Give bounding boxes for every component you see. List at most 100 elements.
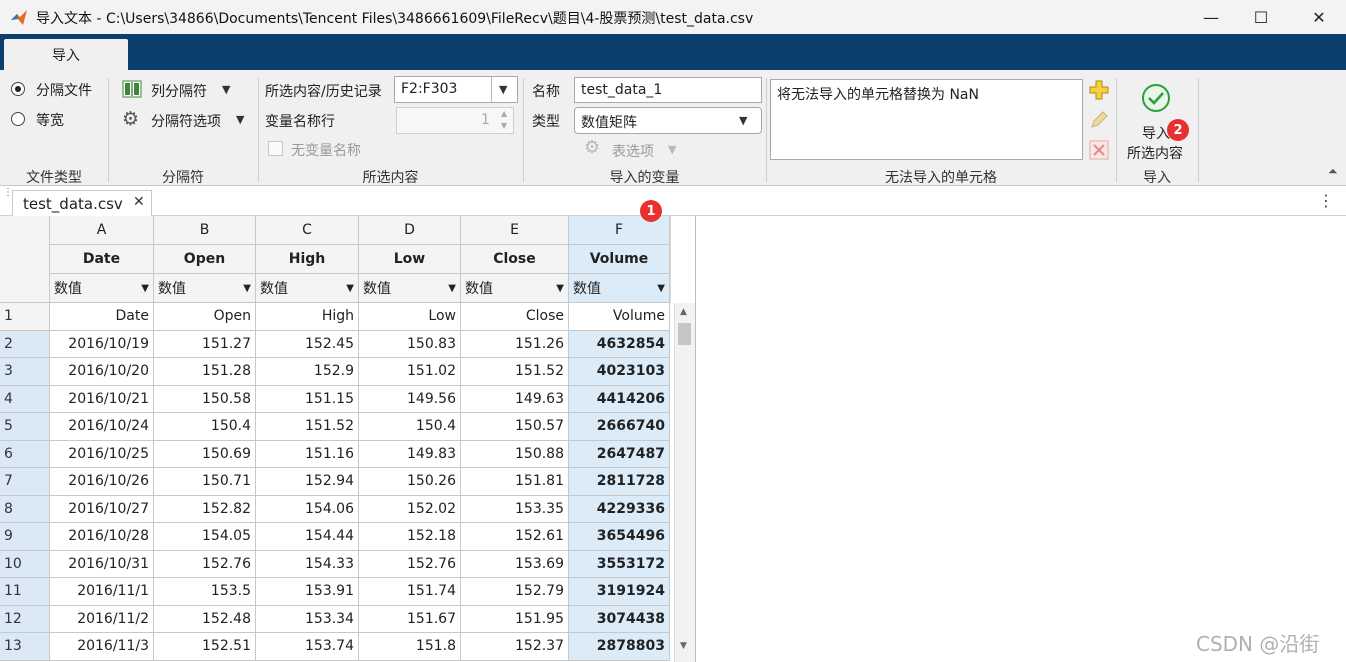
column-type-dropdown[interactable]: 数值 ▼ bbox=[50, 274, 154, 303]
variable-name-field[interactable]: test_data_1 bbox=[574, 77, 762, 103]
chevron-down-icon[interactable]: ▼ bbox=[668, 143, 676, 156]
table-cell[interactable]: 153.74 bbox=[256, 633, 359, 661]
scrollbar-thumb[interactable] bbox=[678, 323, 691, 345]
chevron-down-icon[interactable]: ▼ bbox=[141, 283, 149, 294]
row-number[interactable]: 2 bbox=[0, 330, 50, 358]
column-variable-name[interactable]: High bbox=[256, 245, 359, 274]
table-cell[interactable]: 152.76 bbox=[154, 550, 256, 578]
table-cell[interactable]: 153.34 bbox=[256, 605, 359, 633]
table-cell[interactable]: 151.67 bbox=[359, 605, 461, 633]
table-cell[interactable]: 3654496 bbox=[569, 523, 670, 551]
chevron-down-icon[interactable]: ▼ bbox=[236, 113, 244, 126]
row-number[interactable]: 3 bbox=[0, 358, 50, 386]
table-cell[interactable]: 4414206 bbox=[569, 385, 670, 413]
table-cell[interactable]: 2016/10/21 bbox=[50, 385, 154, 413]
scroll-up-icon[interactable]: ▲ bbox=[680, 307, 687, 317]
chevron-down-icon[interactable]: ▼ bbox=[739, 114, 747, 127]
table-cell[interactable]: 149.83 bbox=[359, 440, 461, 468]
table-cell[interactable]: 152.02 bbox=[359, 495, 461, 523]
table-cell[interactable]: 3191924 bbox=[569, 578, 670, 606]
table-cell[interactable]: 150.4 bbox=[359, 413, 461, 441]
import-selection-button-line1[interactable]: 导入 bbox=[1142, 123, 1170, 143]
chevron-down-icon[interactable]: ▼ bbox=[222, 83, 230, 96]
table-cell[interactable]: 2016/10/24 bbox=[50, 413, 154, 441]
table-cell[interactable]: 2016/10/26 bbox=[50, 468, 154, 496]
row-number[interactable]: 13 bbox=[0, 633, 50, 661]
table-cell[interactable]: 154.05 bbox=[154, 523, 256, 551]
column-type-dropdown[interactable]: 数值 ▼ bbox=[256, 274, 359, 303]
unimportable-rules-list[interactable]: 将无法导入的单元格替换为 NaN bbox=[770, 79, 1083, 160]
table-cell[interactable]: Close bbox=[461, 303, 569, 331]
table-cell[interactable]: Date bbox=[50, 303, 154, 331]
delimited-radio[interactable] bbox=[11, 82, 25, 96]
table-cell[interactable]: 154.06 bbox=[256, 495, 359, 523]
table-cell[interactable]: 2016/11/1 bbox=[50, 578, 154, 606]
table-cell[interactable]: 2666740 bbox=[569, 413, 670, 441]
varname-row-spinner[interactable]: 1 ▲ ▼ bbox=[396, 107, 514, 134]
table-cell[interactable]: 152.51 bbox=[154, 633, 256, 661]
table-cell[interactable]: 4632854 bbox=[569, 330, 670, 358]
column-type-dropdown[interactable]: 数值 ▼ bbox=[359, 274, 461, 303]
table-cell[interactable]: 154.33 bbox=[256, 550, 359, 578]
table-cell[interactable]: 3553172 bbox=[569, 550, 670, 578]
table-cell[interactable]: High bbox=[256, 303, 359, 331]
column-type-dropdown[interactable]: 数值 ▼ bbox=[461, 274, 569, 303]
table-cell[interactable]: 4229336 bbox=[569, 495, 670, 523]
table-cell[interactable]: 150.4 bbox=[154, 413, 256, 441]
table-cell[interactable]: 151.95 bbox=[461, 605, 569, 633]
row-number[interactable]: 1 bbox=[0, 303, 50, 331]
row-number[interactable]: 9 bbox=[0, 523, 50, 551]
column-type-dropdown[interactable]: 数值 ▼ bbox=[154, 274, 256, 303]
table-cell[interactable]: 152.48 bbox=[154, 605, 256, 633]
table-cell[interactable]: 2878803 bbox=[569, 633, 670, 661]
table-cell[interactable]: 152.9 bbox=[256, 358, 359, 386]
table-cell[interactable]: 2016/10/27 bbox=[50, 495, 154, 523]
column-variable-name[interactable]: Volume bbox=[569, 245, 670, 274]
import-preview-grid[interactable]: A Date 数值 ▼ B Open 数值 ▼ C High 数值 ▼ D Low 数值 ▼ E Close 数值 ▼… bbox=[0, 216, 696, 662]
delimiter-options-button[interactable]: 分隔符选项 bbox=[151, 111, 221, 131]
table-cell[interactable]: 150.26 bbox=[359, 468, 461, 496]
column-letter[interactable]: E bbox=[461, 216, 569, 245]
table-cell[interactable]: 152.76 bbox=[359, 550, 461, 578]
table-cell[interactable]: 152.79 bbox=[461, 578, 569, 606]
table-cell[interactable]: 151.27 bbox=[154, 330, 256, 358]
row-number[interactable]: 5 bbox=[0, 413, 50, 441]
more-options-icon[interactable]: ⋮ bbox=[1318, 191, 1334, 210]
collapse-ribbon-icon[interactable]: ⏶ bbox=[1328, 164, 1338, 179]
column-letter[interactable]: C bbox=[256, 216, 359, 245]
column-type-dropdown[interactable]: 数值 ▼ bbox=[569, 274, 670, 303]
spinner-up-icon[interactable]: ▲ bbox=[501, 109, 507, 118]
table-cell[interactable]: 150.58 bbox=[154, 385, 256, 413]
table-cell[interactable]: 151.15 bbox=[256, 385, 359, 413]
table-cell[interactable]: 153.69 bbox=[461, 550, 569, 578]
row-number[interactable]: 10 bbox=[0, 550, 50, 578]
document-tab[interactable]: test_data.csv ✕ bbox=[12, 190, 152, 216]
table-cell[interactable]: 149.56 bbox=[359, 385, 461, 413]
table-cell[interactable]: 153.5 bbox=[154, 578, 256, 606]
chevron-down-icon[interactable]: ▼ bbox=[657, 283, 665, 294]
row-number[interactable]: 11 bbox=[0, 578, 50, 606]
close-window-button[interactable]: ✕ bbox=[1294, 0, 1344, 34]
maximize-button[interactable]: ☐ bbox=[1236, 0, 1286, 34]
table-cell[interactable]: Low bbox=[359, 303, 461, 331]
table-cell[interactable]: 2647487 bbox=[569, 440, 670, 468]
import-selection-button-line2[interactable]: 所选内容 bbox=[1127, 143, 1183, 163]
vertical-scrollbar[interactable]: ▲ ▼ bbox=[674, 303, 695, 662]
add-rule-icon[interactable] bbox=[1089, 80, 1109, 100]
table-cell[interactable]: 152.18 bbox=[359, 523, 461, 551]
table-cell[interactable]: 152.45 bbox=[256, 330, 359, 358]
table-cell[interactable]: 151.74 bbox=[359, 578, 461, 606]
no-varnames-checkbox[interactable] bbox=[268, 141, 283, 156]
column-variable-name[interactable]: Date bbox=[50, 245, 154, 274]
delete-rule-icon[interactable] bbox=[1089, 140, 1109, 160]
table-cell[interactable]: 152.37 bbox=[461, 633, 569, 661]
column-variable-name[interactable]: Low bbox=[359, 245, 461, 274]
column-letter[interactable]: D bbox=[359, 216, 461, 245]
row-number[interactable]: 6 bbox=[0, 440, 50, 468]
table-cell[interactable]: 149.63 bbox=[461, 385, 569, 413]
spinner-down-icon[interactable]: ▼ bbox=[501, 121, 507, 130]
column-variable-name[interactable]: Open bbox=[154, 245, 256, 274]
table-cell[interactable]: 2016/10/31 bbox=[50, 550, 154, 578]
range-combobox[interactable]: F2:F303 ▼ bbox=[394, 76, 518, 103]
table-cell[interactable]: Volume bbox=[569, 303, 670, 331]
